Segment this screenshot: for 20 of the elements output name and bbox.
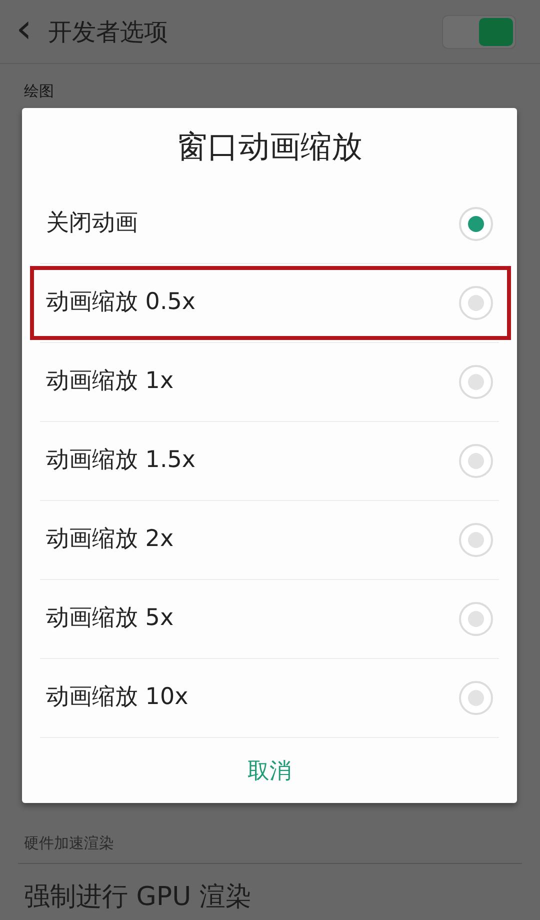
radio-button[interactable] <box>459 206 493 240</box>
page-title: 开发者选项 <box>48 16 169 48</box>
radio-button[interactable] <box>459 364 493 398</box>
section-header: 绘图 <box>24 82 54 100</box>
radio-button[interactable] <box>459 444 493 478</box>
option-label[interactable]: 动画缩放 10x <box>46 680 188 715</box>
radio-button[interactable] <box>459 602 493 636</box>
radio-button[interactable] <box>459 680 493 714</box>
option-label[interactable]: 动画缩放 1x <box>46 364 174 399</box>
radio-button[interactable] <box>459 286 493 320</box>
dialog-title: 窗口动画缩放 <box>176 129 362 165</box>
option-label[interactable]: 动画缩放 2x <box>46 522 174 557</box>
option-label[interactable]: 动画缩放 1.5x <box>46 443 196 478</box>
option-label[interactable]: 关闭动画 <box>46 206 138 241</box>
section-header: 硬件加速渲染 <box>24 834 114 852</box>
option-label[interactable]: 动画缩放 5x <box>46 601 174 636</box>
setting-title: 强制进行 GPU 渲染 <box>24 882 252 912</box>
radio-button[interactable] <box>459 522 493 556</box>
option-label[interactable]: 动画缩放 0.5x <box>46 285 196 320</box>
toggle-switch[interactable] <box>442 14 516 48</box>
